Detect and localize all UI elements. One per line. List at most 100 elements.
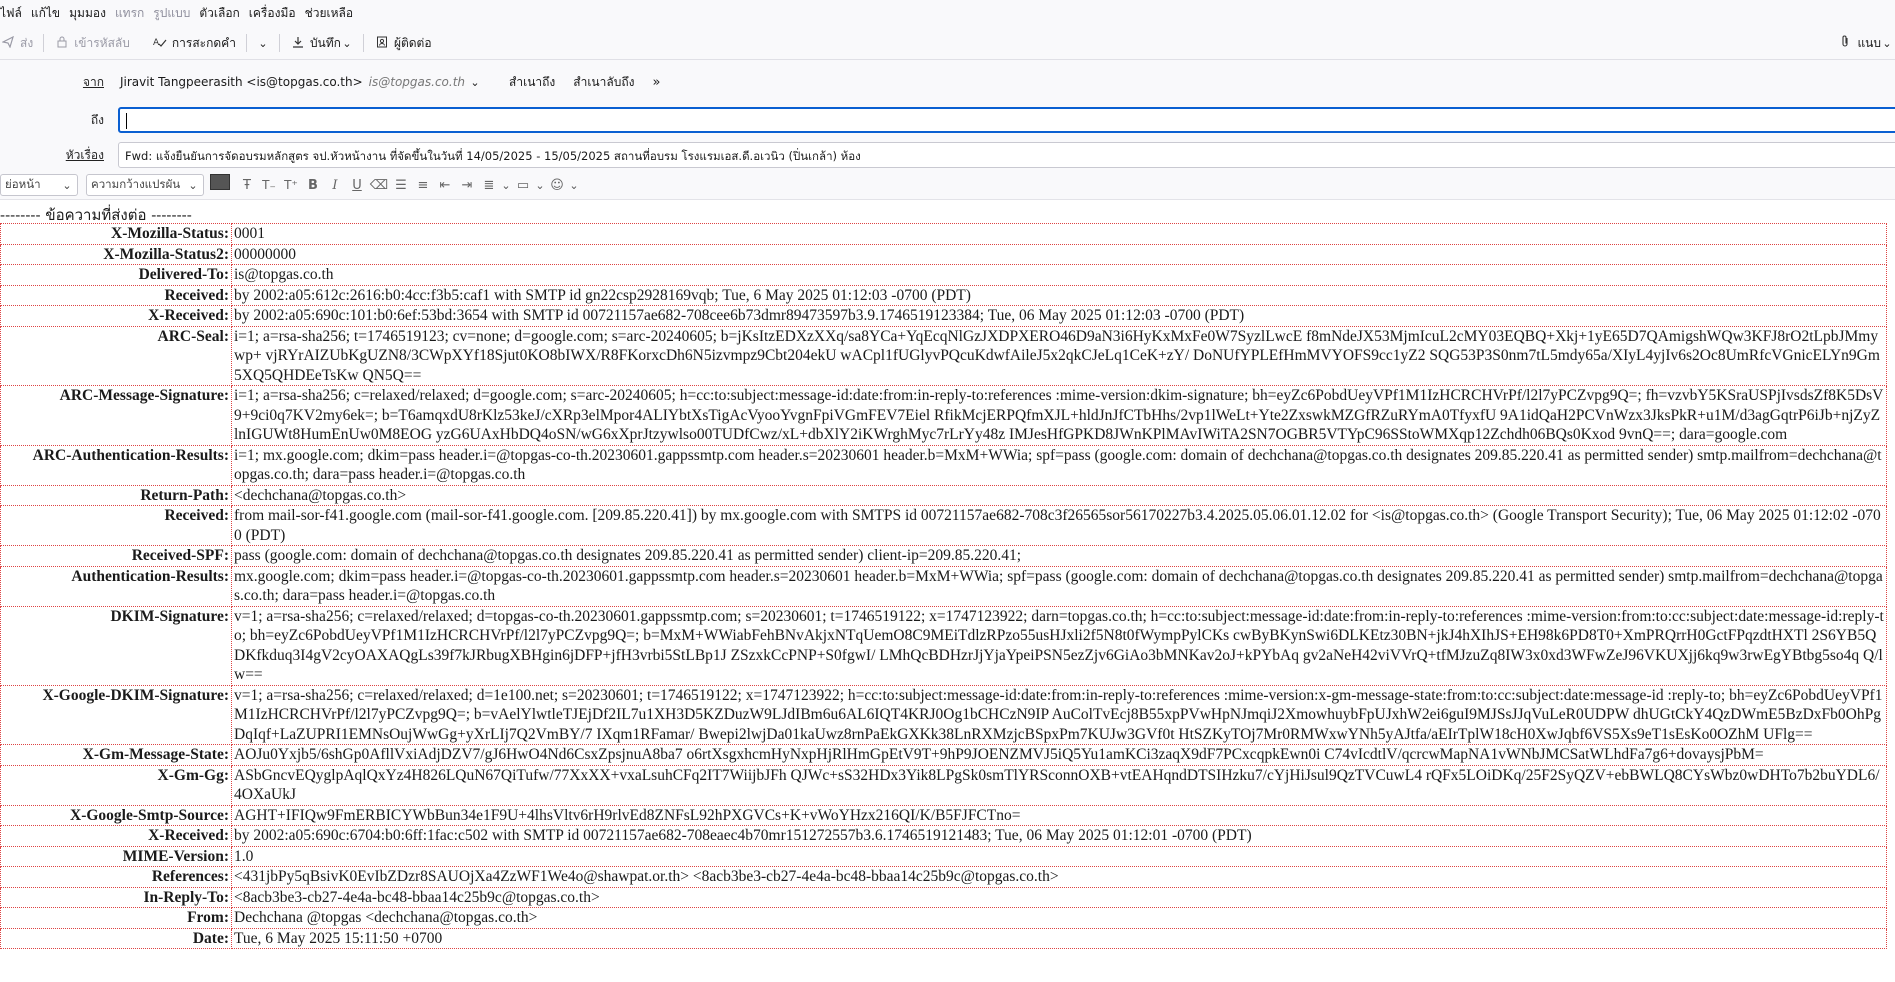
- subject-row: หัวเรื่อง Fwd: แจ้งยืนยันการจัดอบรมหลักส…: [0, 142, 1895, 168]
- download-icon: [290, 36, 306, 51]
- more-recipients-chevron-icon[interactable]: »: [652, 75, 660, 90]
- outdent-icon[interactable]: ⇤: [434, 178, 456, 193]
- menu-view[interactable]: มุมมอง: [69, 4, 115, 23]
- header-key: Date:: [0, 927, 232, 949]
- header-value: by 2002:a05:690c:101:b0:6ef:53bd:3654 wi…: [231, 305, 1887, 327]
- align-icon[interactable]: ≣: [478, 178, 500, 193]
- clear-formatting-icon[interactable]: ⌫: [368, 178, 390, 193]
- save-button[interactable]: บันทึก ⌄: [290, 27, 353, 59]
- header-key: Return-Path:: [0, 484, 232, 506]
- align-dropdown-chevron-icon[interactable]: ⌄: [500, 179, 512, 192]
- from-email: is@topgas.co.th: [368, 75, 466, 89]
- text-caret: [126, 113, 127, 129]
- encrypt-label: เข้ารหัสลับ: [74, 35, 130, 50]
- bold-icon[interactable]: B: [302, 178, 324, 193]
- menu-bar: ไฟล์ แก้ไข มุมมอง แทรก รูปแบบ ตัวเลือก เ…: [0, 0, 1895, 27]
- header-value: ASbGncvEQyglpAqlQxYz4H826LQuN67QiTufw/77…: [231, 764, 1887, 806]
- header-value: 00000000: [231, 243, 1887, 265]
- from-row: จาก Jiravit Tangpeerasith <is@topgas.co.…: [0, 72, 1895, 92]
- header-key: ARC-Message-Signature:: [0, 385, 232, 446]
- header-row: ARC-Authentication-Results: i=1; mx.googl…: [0, 444, 1887, 486]
- from-identity[interactable]: Jiravit Tangpeerasith <is@topgas.co.th>: [120, 75, 363, 89]
- attach-button[interactable]: แนบ ⌄: [1837, 27, 1893, 59]
- emoji-dropdown-chevron-icon[interactable]: ⌄: [568, 179, 580, 192]
- toolbar-divider: [245, 34, 247, 52]
- header-value: is@topgas.co.th: [231, 264, 1887, 286]
- chevron-down-icon: ⌄: [188, 178, 198, 192]
- italic-icon[interactable]: I: [324, 178, 346, 193]
- add-bcc-button[interactable]: สำเนาลับถึง: [573, 73, 634, 92]
- spelling-button[interactable]: A การสะกดคำ: [152, 27, 236, 59]
- add-cc-button[interactable]: สำเนาถึง: [509, 73, 555, 92]
- spelling-dropdown-chevron-icon[interactable]: ⌄: [257, 37, 269, 50]
- header-row: Received-SPF: pass (google.com: domain of…: [0, 545, 1887, 567]
- paragraph-format-select[interactable]: ย่อหน้า ⌄: [0, 174, 78, 196]
- font-size-smaller-icon[interactable]: T₋: [258, 178, 280, 192]
- header-row: X-Google-DKIM-Signature: v=1; a=rsa-sha25…: [0, 684, 1887, 745]
- header-row: ARC-Message-Signature: i=1; a=rsa-sha256;…: [0, 385, 1887, 446]
- spell-check-icon: A: [152, 36, 168, 51]
- forwarded-headers-table: X-Mozilla-Status: 0001 X-Mozilla-Status2: 0…: [0, 223, 1887, 949]
- toolbar-divider: [43, 34, 45, 52]
- chevron-down-icon: ⌄: [62, 178, 72, 192]
- header-row: MIME-Version: 1.0: [0, 845, 1887, 867]
- menu-help[interactable]: ช่วยเหลือ: [305, 4, 363, 23]
- send-label: ส่ง: [20, 35, 34, 50]
- subject-input[interactable]: Fwd: แจ้งยืนยันการจัดอบรมหลักสูตร จป.หัว…: [118, 142, 1895, 168]
- header-value: mx.google.com; dkim=pass header.i=@topga…: [231, 565, 1887, 607]
- header-key: In-Reply-To:: [0, 886, 232, 908]
- insert-image-icon[interactable]: ▭: [512, 178, 534, 193]
- menu-options[interactable]: ตัวเลือก: [199, 4, 248, 23]
- header-value: i=1; mx.google.com; dkim=pass header.i=@…: [231, 444, 1887, 486]
- indent-icon[interactable]: ⇥: [456, 178, 478, 193]
- encrypt-button[interactable]: เข้ารหัสลับ: [54, 27, 130, 59]
- header-key: X-Mozilla-Status:: [0, 223, 232, 245]
- header-key: From:: [0, 907, 232, 929]
- menu-tools[interactable]: เครื่องมือ: [249, 4, 305, 23]
- to-label: ถึง: [90, 112, 104, 127]
- header-value: AOJu0Yxjb5/6shGp0AfllVxiAdjDZV7/gJ6HwO4N…: [231, 744, 1887, 766]
- header-value: AGHT+IFIQw9FmERBICYWbBun34e1F9U+4lhsVltv…: [231, 804, 1887, 826]
- header-key: X-Received:: [0, 825, 232, 847]
- bullet-list-icon[interactable]: ☰: [390, 178, 412, 193]
- header-value: by 2002:a05:690c:6704:b0:6ff:1fac:c502 w…: [231, 825, 1887, 847]
- font-size-reset-icon[interactable]: Ŧ: [236, 178, 258, 193]
- to-input[interactable]: [118, 107, 1895, 133]
- subject-label: หัวเรื่อง: [65, 147, 104, 162]
- font-select[interactable]: ความกว้างแปรผัน ⌄: [86, 174, 204, 196]
- header-key: X-Gm-Gg:: [0, 764, 232, 806]
- spelling-label: การสะกดคำ: [171, 35, 236, 50]
- menu-insert[interactable]: แทรก: [115, 4, 153, 23]
- text-color-swatch[interactable]: [210, 174, 230, 190]
- header-value: v=1; a=rsa-sha256; c=relaxed/relaxed; d=…: [231, 684, 1887, 745]
- send-button[interactable]: ส่ง: [0, 27, 33, 59]
- toolbar-divider: [278, 34, 280, 52]
- contacts-button[interactable]: ผู้ติดต่อ: [374, 27, 432, 59]
- paragraph-format-value: ย่อหน้า: [5, 177, 41, 191]
- save-dropdown-chevron-icon[interactable]: ⌄: [341, 37, 353, 50]
- paperclip-icon: [1837, 35, 1853, 51]
- menu-file[interactable]: ไฟล์: [0, 4, 31, 23]
- numbered-list-icon[interactable]: ≡: [412, 178, 434, 193]
- underline-icon[interactable]: U: [346, 178, 368, 193]
- header-key: References:: [0, 866, 232, 888]
- attach-dropdown-chevron-icon[interactable]: ⌄: [1881, 37, 1893, 50]
- svg-text:A: A: [153, 38, 160, 48]
- font-size-larger-icon[interactable]: T⁺: [280, 178, 302, 192]
- save-label: บันทึก: [309, 35, 341, 50]
- header-value: Tue, 6 May 2025 15:11:50 +0700: [231, 927, 1887, 949]
- font-value: ความกว้างแปรผัน: [91, 177, 181, 191]
- insert-dropdown-chevron-icon[interactable]: ⌄: [534, 179, 546, 192]
- formatting-toolbar: ย่อหน้า ⌄ ความกว้างแปรผัน ⌄ Ŧ T₋ T⁺ B I …: [0, 171, 1895, 200]
- header-row: In-Reply-To: <8acb3be3-cb27-4e4a-bc48-bba…: [0, 886, 1887, 908]
- header-row: From: Dechchana @topgas <dechchana@topgas…: [0, 907, 1887, 929]
- compose-header: จาก Jiravit Tangpeerasith <is@topgas.co.…: [0, 60, 1895, 171]
- header-value: i=1; a=rsa-sha256; c=relaxed/relaxed; d=…: [231, 385, 1887, 446]
- header-key: Delivered-To:: [0, 264, 232, 286]
- header-value: <dechchana@topgas.co.th>: [231, 484, 1887, 506]
- menu-edit[interactable]: แก้ไข: [31, 4, 69, 23]
- from-dropdown-chevron-icon[interactable]: ⌄: [469, 76, 481, 89]
- emoji-icon[interactable]: ☺: [546, 178, 568, 193]
- header-key: X-Gm-Message-State:: [0, 744, 232, 766]
- menu-format[interactable]: รูปแบบ: [153, 4, 199, 23]
